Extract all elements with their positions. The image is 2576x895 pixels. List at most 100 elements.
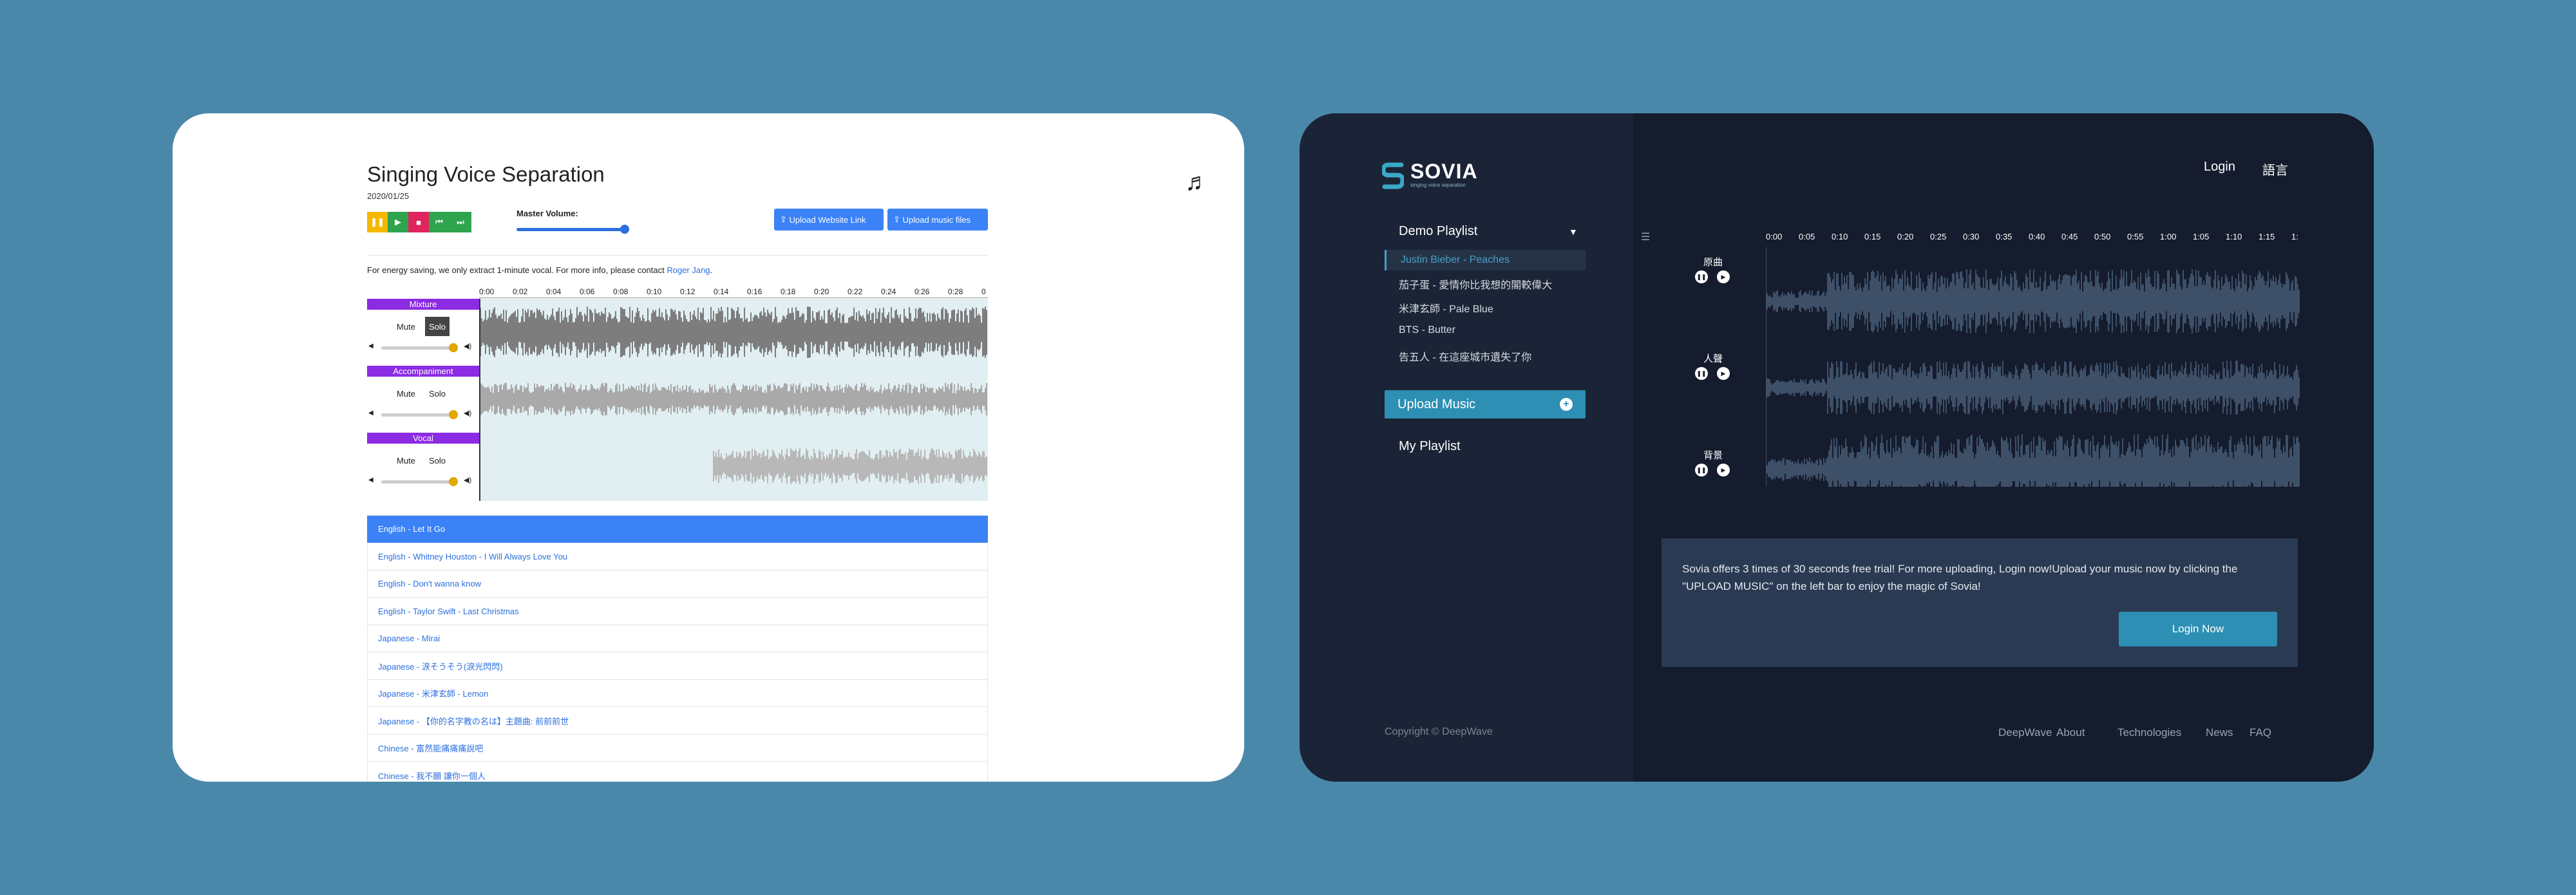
time-tick-label: 0:18 bbox=[781, 287, 796, 296]
rewind-button[interactable]: ⏮ bbox=[429, 212, 450, 232]
song-list-item[interactable]: Japanese - 涙そうそう(淚光閃閃) bbox=[367, 652, 988, 680]
playlist-item[interactable]: 米津玄師 - Pale Blue bbox=[1399, 300, 1493, 316]
login-link[interactable]: Login bbox=[2204, 160, 2235, 174]
mute-button[interactable]: Mute bbox=[393, 451, 419, 470]
song-list-item[interactable]: Japanese - 米津玄師 - Lemon bbox=[367, 680, 988, 707]
playhead bbox=[479, 299, 480, 501]
track-volume-handle[interactable] bbox=[449, 410, 459, 419]
playlist-item[interactable]: 茄子蛋 - 愛情你比我想的閣較偉大 bbox=[1399, 276, 1552, 292]
upload-music-files-button[interactable]: ⇪ Upload music files bbox=[887, 209, 988, 231]
track-volume-handle[interactable] bbox=[449, 343, 459, 352]
caret-down-icon[interactable]: ▼ bbox=[1569, 227, 1578, 237]
stop-button[interactable]: ■ bbox=[408, 212, 429, 232]
time-tick-label: 0:00 bbox=[1766, 232, 1783, 241]
time-tick-label: 0:40 bbox=[2029, 232, 2045, 241]
upload-icon: ⇪ bbox=[780, 214, 790, 224]
time-tick-label: 0:45 bbox=[2061, 232, 2078, 241]
track-name-label: Accompaniment bbox=[367, 366, 479, 377]
login-now-button[interactable]: Login Now bbox=[2119, 612, 2277, 646]
demo-playlist-toggle[interactable]: Demo Playlist bbox=[1399, 224, 1477, 239]
time-tick-label: 0:35 bbox=[1996, 232, 2012, 241]
master-volume-slider[interactable] bbox=[516, 228, 623, 231]
time-tick-label: 0:04 bbox=[546, 287, 562, 296]
time-tick-label: 0:20 bbox=[814, 287, 829, 296]
language-link[interactable]: 語言 bbox=[2262, 160, 2288, 178]
play-button[interactable]: ▶ bbox=[1717, 367, 1730, 380]
copyright-text: Copyright © DeepWave bbox=[1385, 726, 1493, 737]
list-icon[interactable]: ☰ bbox=[1641, 231, 1650, 243]
track-volume-slider[interactable] bbox=[381, 346, 457, 350]
footer-link[interactable]: Technologies bbox=[2117, 726, 2181, 739]
time-tick-label: 0:15 bbox=[1864, 232, 1881, 241]
song-list-item[interactable]: English - Taylor Swift - Last Christmas bbox=[367, 598, 988, 625]
mute-button[interactable]: Mute bbox=[393, 384, 419, 403]
volume-high-icon: ◀) bbox=[464, 410, 472, 417]
play-button[interactable]: ▶ bbox=[1717, 270, 1730, 283]
track-volume-handle[interactable] bbox=[449, 477, 459, 486]
song-list-item[interactable]: Chinese - 富然能痛痛痛說吧 bbox=[367, 735, 988, 762]
master-volume-handle[interactable] bbox=[620, 225, 629, 234]
song-list: English - Let It Go English - Whitney Hou… bbox=[367, 515, 988, 782]
pause-icon: ❚❚ bbox=[370, 217, 384, 227]
stop-icon: ■ bbox=[416, 217, 421, 227]
time-tick-label: 0:16 bbox=[747, 287, 762, 296]
time-tick-label: 0:28 bbox=[948, 287, 963, 296]
playlist-item[interactable]: Justin Bieber - Peaches bbox=[1385, 250, 1586, 270]
my-playlist-link[interactable]: My Playlist bbox=[1399, 439, 1461, 454]
forward-button[interactable]: ⏭ bbox=[450, 212, 471, 232]
sovia-logo-icon bbox=[1382, 162, 1404, 189]
song-list-item[interactable]: English - Let It Go bbox=[367, 516, 988, 543]
solo-button[interactable]: Solo bbox=[425, 317, 450, 336]
time-tick-label: 0:20 bbox=[1897, 232, 1914, 241]
logo-text: SOVIA bbox=[1410, 160, 1478, 183]
pause-button[interactable]: ❚❚ bbox=[367, 212, 388, 232]
time-ruler: 0:00 0:02 0:04 0:06 0:08 0:10 0:12 0:14 0:16 0:18… bbox=[479, 287, 988, 297]
master-volume-label: Master Volume: bbox=[516, 209, 578, 218]
playlist-item[interactable]: 告五人 - 在這座城市遺失了你 bbox=[1399, 348, 1531, 364]
upload-icon: ⇪ bbox=[893, 214, 903, 224]
time-tick-label: 0:10 bbox=[647, 287, 662, 296]
solo-button[interactable]: Solo bbox=[425, 384, 450, 403]
time-tick-label: 0:50 bbox=[2094, 232, 2111, 241]
time-tick-label: 1:00 bbox=[2160, 232, 2177, 241]
time-tick-label: 0:05 bbox=[1799, 232, 1815, 241]
time-tick-label: 0:06 bbox=[580, 287, 595, 296]
volume-high-icon: ◀) bbox=[464, 343, 472, 350]
song-list-item[interactable]: Japanese - 【你的名字教の名は】主題曲: 前前前世 bbox=[367, 707, 988, 735]
upload-website-link-button[interactable]: ⇪ Upload Website Link bbox=[774, 209, 884, 231]
solo-button[interactable]: Solo bbox=[425, 451, 450, 470]
track-waveform bbox=[479, 382, 987, 416]
time-tick-label: 0:22 bbox=[848, 287, 863, 296]
song-list-item[interactable]: English - Don't wanna know bbox=[367, 570, 988, 598]
time-tick-label: 0 bbox=[981, 287, 986, 296]
playlist-item[interactable]: BTS - Butter bbox=[1399, 325, 1455, 336]
track-waveform bbox=[1766, 269, 2300, 334]
ruler-line bbox=[479, 297, 988, 298]
pause-button[interactable]: ❚❚ bbox=[1695, 367, 1708, 380]
volume-high-icon: ◀) bbox=[464, 476, 472, 484]
volume-low-icon: ◀ bbox=[368, 343, 374, 350]
volume-low-icon: ◀ bbox=[368, 476, 374, 484]
footer-link[interactable]: DeepWave bbox=[1998, 726, 2052, 739]
footer-link[interactable]: News bbox=[2206, 726, 2233, 739]
track-waveform bbox=[713, 448, 987, 484]
skip-forward-icon: ⏭ bbox=[457, 217, 464, 227]
footer-link[interactable]: FAQ bbox=[2249, 726, 2271, 739]
time-tick-label: 0:25 bbox=[1930, 232, 1947, 241]
play-button[interactable]: ▶ bbox=[388, 212, 408, 232]
song-list-item[interactable]: Chinese - 我不願 讓你一個人 bbox=[367, 762, 988, 782]
song-list-item[interactable]: Japanese - Mirai bbox=[367, 625, 988, 652]
mute-button[interactable]: Mute bbox=[393, 317, 419, 336]
track-name-label: Vocal bbox=[367, 433, 479, 444]
footer-link[interactable]: About bbox=[2056, 726, 2085, 739]
track-volume-slider[interactable] bbox=[381, 480, 457, 484]
pause-button[interactable]: ❚❚ bbox=[1695, 464, 1708, 476]
track-name-label: Mixture bbox=[367, 299, 479, 310]
pause-button[interactable]: ❚❚ bbox=[1695, 270, 1708, 283]
song-list-item[interactable]: English - Whitney Houston - I Will Alway… bbox=[367, 543, 988, 570]
contact-link[interactable]: Roger Jang bbox=[667, 265, 710, 275]
upload-music-button[interactable]: Upload Music + bbox=[1385, 390, 1586, 419]
track-volume-slider[interactable] bbox=[381, 413, 457, 417]
play-button[interactable]: ▶ bbox=[1717, 464, 1730, 476]
track-waveform bbox=[1766, 434, 2300, 487]
